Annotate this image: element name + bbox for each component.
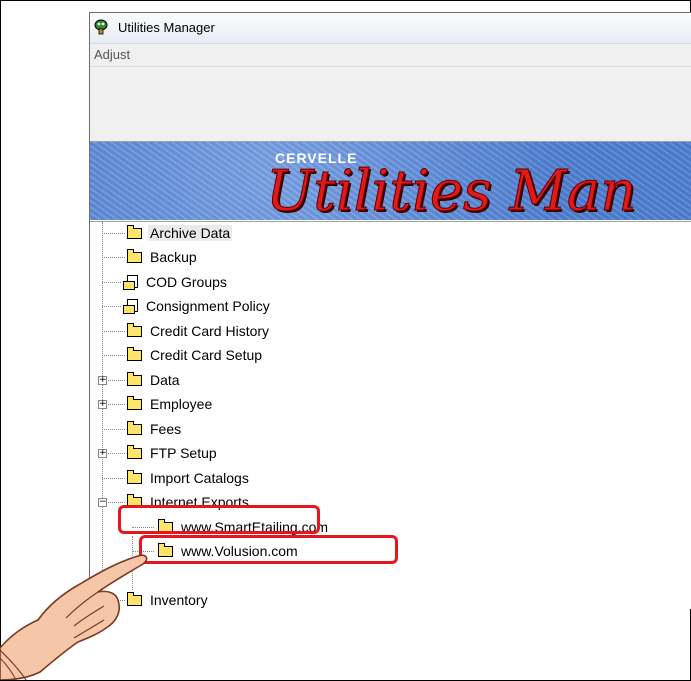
report-icon (123, 298, 139, 314)
highlight-internet-exports (118, 505, 320, 534)
tree-item-import-catalogs[interactable]: Import Catalogs (127, 467, 251, 489)
tree-item-consignment-policy[interactable]: Consignment Policy (123, 295, 272, 317)
app-banner: CERVELLE Utilities Man (90, 142, 691, 220)
tree-item-label: Archive Data (148, 225, 233, 241)
tree-connector (102, 306, 121, 307)
tree-item-employee[interactable]: Employee (127, 393, 214, 415)
tree-item-label: Employee (150, 396, 213, 412)
tree-item-label: COD Groups (146, 274, 227, 290)
tree-item-label: FTP Setup (150, 445, 217, 461)
folder-icon (127, 322, 142, 337)
tree-item-label: Import Catalogs (150, 470, 249, 486)
tree-item-label: Data (150, 372, 180, 388)
report-icon (123, 274, 139, 290)
tree-item-data[interactable]: Data (127, 369, 182, 391)
tree-item-label: Fees (150, 421, 182, 437)
tree-connector (102, 429, 125, 430)
tree-connector (102, 233, 125, 234)
pointing-hand-icon (0, 554, 148, 680)
folder-icon (127, 371, 142, 386)
menu-bar: Adjust (90, 44, 691, 67)
expand-ftp-setup-button[interactable]: + (98, 449, 107, 458)
folder-icon (127, 420, 142, 435)
tree-item-label: Backup (150, 249, 197, 265)
tree-connector (102, 331, 125, 332)
toolbar-area (90, 67, 691, 142)
tree-item-label: Credit Card Setup (150, 347, 263, 363)
menu-adjust[interactable]: Adjust (94, 47, 130, 62)
window-title: Utilities Manager (118, 20, 215, 35)
tree-item-backup[interactable]: Backup (127, 246, 199, 268)
tree-item-fees[interactable]: Fees (127, 418, 183, 440)
highlight-smartetailing (139, 535, 398, 564)
tree-connector (102, 282, 121, 283)
tree-item-label: Credit Card History (150, 323, 270, 339)
folder-icon (127, 469, 142, 484)
tree-connector (102, 478, 125, 479)
tree-item-credit-card-setup[interactable]: Credit Card Setup (127, 344, 264, 366)
tree-item-cod-groups[interactable]: COD Groups (123, 271, 229, 293)
folder-icon (127, 224, 142, 239)
folder-icon (127, 248, 142, 263)
tree-item-archive-data[interactable]: Archive Data (127, 222, 233, 244)
expand-data-button[interactable]: + (98, 376, 107, 385)
collapse-internet-exports-button[interactable]: − (98, 498, 107, 507)
title-bar: Utilities Manager (90, 13, 691, 44)
banner-title: Utilities Man (265, 159, 637, 221)
tree-connector (102, 257, 125, 258)
tree-connector (102, 355, 125, 356)
tree-item-credit-card-history[interactable]: Credit Card History (127, 320, 271, 342)
app-icon (94, 19, 108, 35)
tree-item-ftp-setup[interactable]: FTP Setup (127, 442, 219, 464)
tree-item-label: Consignment Policy (146, 298, 270, 314)
folder-icon (127, 395, 142, 410)
expand-employee-button[interactable]: + (98, 400, 107, 409)
folder-icon (127, 444, 142, 459)
folder-icon (127, 346, 142, 361)
